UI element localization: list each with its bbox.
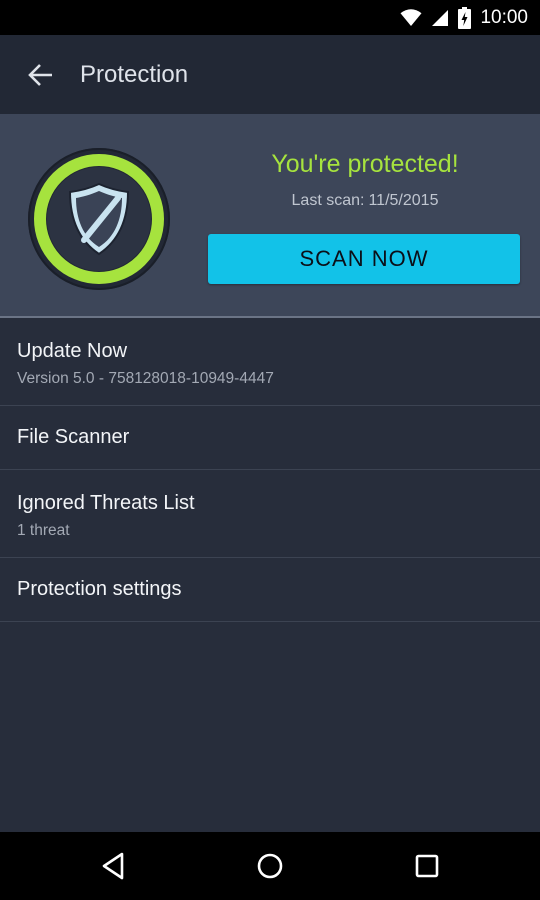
protection-options-list: Update Now Version 5.0 - 758128018-10949… [0,318,540,622]
app-bar: Protection [0,35,540,114]
list-item-label: File Scanner [17,426,130,448]
wifi-icon [400,8,422,26]
list-item-protection-settings[interactable]: Protection settings [0,558,540,622]
nav-recents-button[interactable] [397,846,457,886]
protection-status-panel: You're protected! Last scan: 11/5/2015 SC… [0,114,540,318]
list-item-label: Protection settings [17,578,182,600]
list-item-label: Ignored Threats List [17,492,195,514]
arrow-back-icon [28,63,52,86]
last-scan-date: 11/5/2015 [368,192,439,209]
list-item-subtitle: 1 threat [17,522,70,539]
last-scan-label: Last scan: [291,192,365,209]
nav-home-button[interactable] [240,846,300,886]
nav-back-button[interactable] [83,846,143,886]
signal-icon [432,9,449,26]
list-item-file-scanner[interactable]: File Scanner [0,406,540,470]
list-item-ignored-threats[interactable]: Ignored Threats List 1 threat [0,470,540,558]
recents-square-icon [415,854,439,878]
home-circle-icon [257,853,283,879]
status-bar: 10:00 [0,0,540,35]
shield-protected-icon [28,148,170,290]
status-time: 10:00 [480,6,528,28]
list-item-subtitle: Version 5.0 - 758128018-10949-4447 [17,370,274,387]
system-nav-bar [0,832,540,900]
protection-status-title: You're protected! [271,150,459,178]
status-icons: 10:00 [400,0,528,35]
list-item-update-now[interactable]: Update Now Version 5.0 - 758128018-10949… [0,318,540,406]
back-triangle-icon [102,852,124,880]
back-button[interactable] [0,35,80,114]
scan-now-button[interactable]: SCAN NOW [208,234,520,284]
battery-charging-icon [458,6,472,29]
last-scan-info: Last scan: 11/5/2015 [220,192,510,210]
list-item-label: Update Now [17,340,128,362]
page-title: Protection [80,60,189,88]
